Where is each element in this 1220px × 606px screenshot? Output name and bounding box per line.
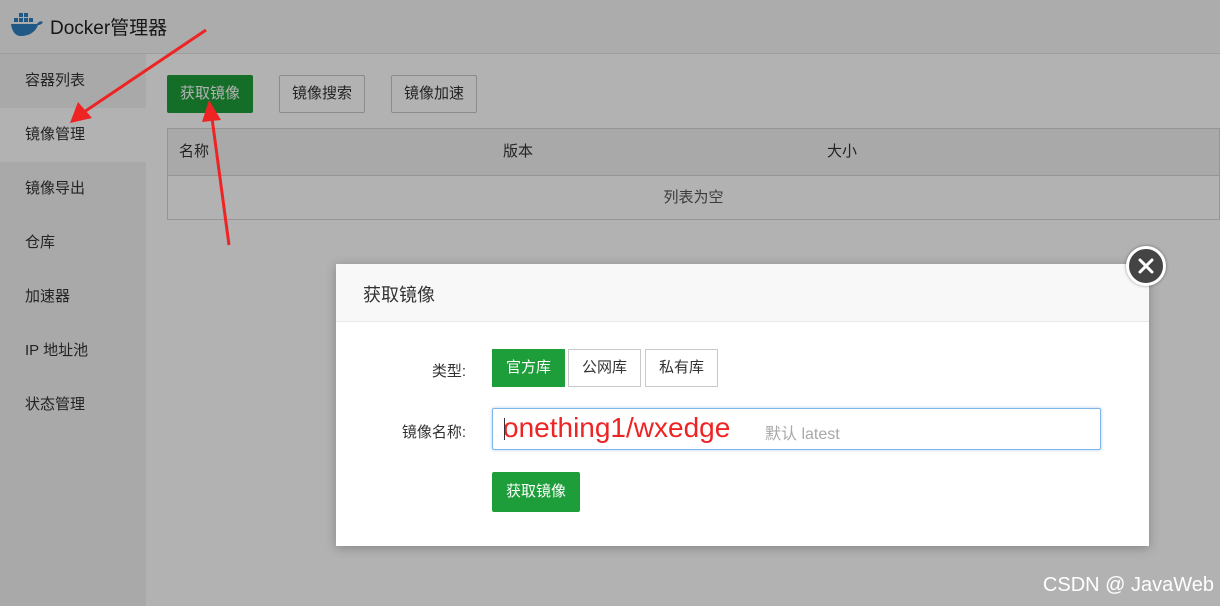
submit-pull-button[interactable]: 获取镜像	[492, 472, 581, 512]
text-caret	[504, 418, 505, 440]
annotation-arrow-to-pull-button	[202, 100, 231, 246]
type-option-private[interactable]: 私有库	[645, 349, 719, 387]
image-name-label: 镜像名称:	[401, 424, 466, 441]
type-option-official[interactable]: 官方库	[492, 349, 566, 387]
image-name-placeholder: 默认 latest	[765, 426, 840, 443]
close-icon	[1138, 258, 1154, 274]
type-label: 类型:	[431, 363, 466, 380]
dialog-header: 获取镜像	[336, 264, 1149, 322]
close-dialog-button[interactable]	[1126, 246, 1166, 286]
image-name-annotation: onething1/wxedge	[503, 412, 731, 443]
dialog-title: 获取镜像	[363, 285, 435, 305]
watermark: CSDN @ JavaWeb	[1042, 574, 1214, 596]
type-option-public[interactable]: 公网库	[568, 349, 642, 387]
annotation-arrow-to-sidebar	[70, 28, 207, 123]
image-name-input[interactable]: 默认 latest onething1/wxedge	[492, 408, 1101, 450]
pull-image-dialog: 获取镜像 类型: 官方库 公网库 私有库 镜像名称: 默认 latest one…	[336, 264, 1149, 546]
